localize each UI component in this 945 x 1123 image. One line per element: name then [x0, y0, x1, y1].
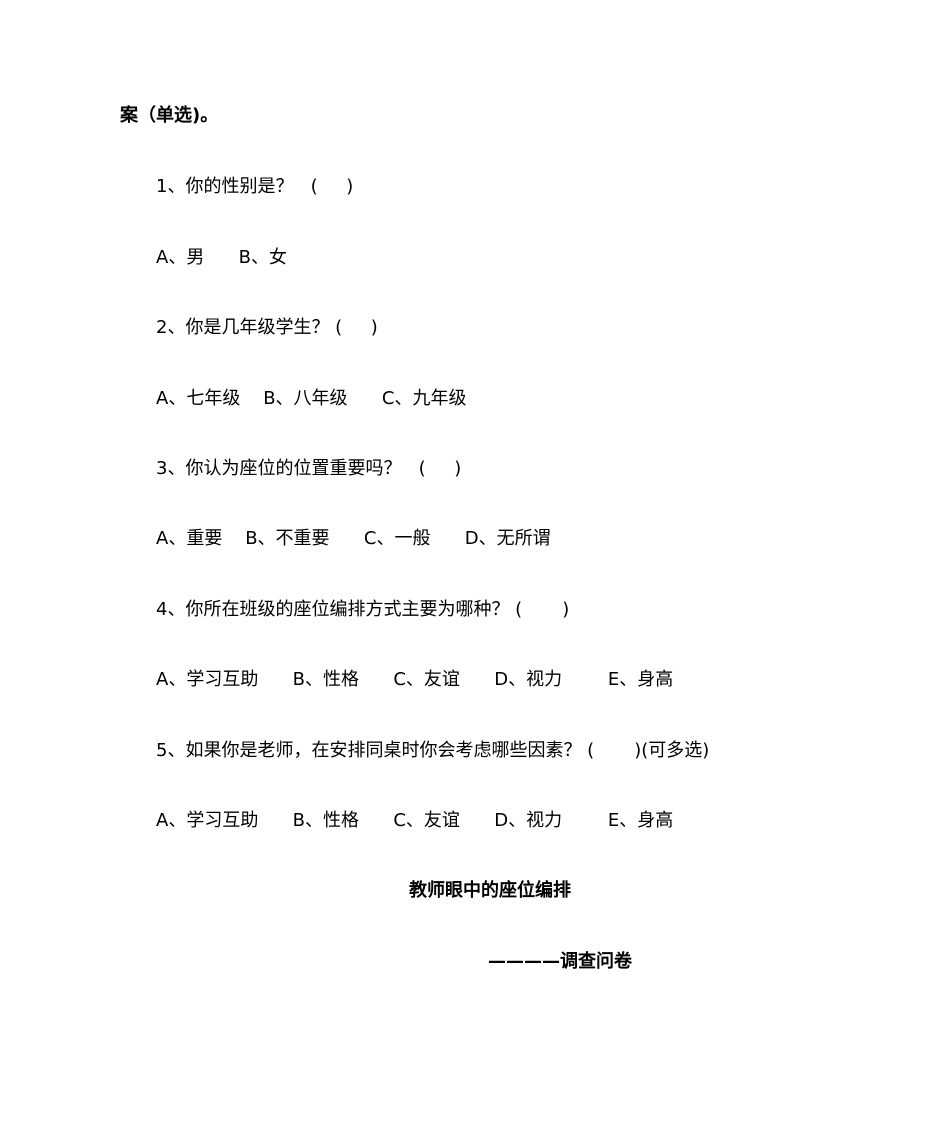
- question-3-options: A、重要 B、不重要 C、一般 D、无所谓: [156, 528, 551, 549]
- question-3: 3、你认为座位的位置重要吗？ ( ): [156, 458, 462, 479]
- question-5-options: A、学习互助 B、性格 C、友谊 D、视力 E、身高: [156, 810, 674, 831]
- question-4: 4、你所在班级的座位编排方式主要为哪种？ ( ): [156, 599, 570, 620]
- question-2: 2、你是几年级学生？ ( ): [156, 317, 378, 338]
- question-2-options: A、七年级 B、八年级 C、九年级: [156, 388, 467, 409]
- question-5: 5、如果你是老师，在安排同桌时你会考虑哪些因素？ ( )(可多选): [156, 740, 710, 761]
- section-subtitle: ————调查问卷: [488, 951, 632, 972]
- section-title: 教师眼中的座位编排: [409, 880, 571, 901]
- question-1-options: A、男 B、女: [156, 247, 287, 268]
- heading-fragment: 案（单选)。: [120, 105, 219, 126]
- question-4-options: A、学习互助 B、性格 C、友谊 D、视力 E、身高: [156, 669, 674, 690]
- question-1: 1、你的性别是？ ( ): [156, 176, 354, 197]
